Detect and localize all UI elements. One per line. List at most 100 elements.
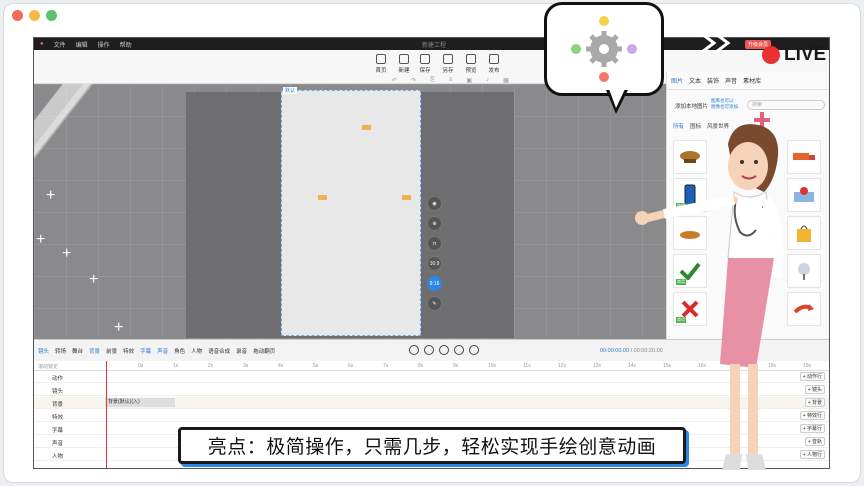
- preview-button[interactable]: 预览: [460, 54, 482, 74]
- minimize-dot[interactable]: [29, 10, 40, 21]
- tab-image[interactable]: 图片: [671, 76, 683, 85]
- align-icon[interactable]: ≡: [449, 77, 453, 84]
- home-button[interactable]: 首页: [370, 54, 392, 74]
- stage-frame[interactable]: [281, 90, 421, 336]
- ruler-tick: 2s: [208, 363, 214, 369]
- stage-canvas[interactable]: 默认 + + + + + ◉ ⊕ ⊓ 16:9 9:16 ✎: [34, 84, 666, 339]
- map-icon: [794, 187, 814, 202]
- sticky-note: [318, 195, 327, 200]
- tool-record[interactable]: 录音: [236, 347, 247, 355]
- copy-icon[interactable]: ⎘: [430, 77, 435, 84]
- add-action-button[interactable]: + 动作行: [799, 372, 825, 381]
- chevron-right-icon: [701, 32, 731, 54]
- speech-bubble-tail: [609, 89, 625, 108]
- add-sound-button[interactable]: + 音轨: [804, 437, 825, 446]
- save-icon: [420, 54, 430, 64]
- menu-operate[interactable]: 操作: [98, 40, 110, 49]
- ratio-9-16-button[interactable]: 9:16: [427, 276, 442, 291]
- tool-background[interactable]: 背景: [89, 347, 100, 355]
- sticky-note: [362, 125, 371, 130]
- new-button[interactable]: 新建: [393, 54, 415, 74]
- panel-tabs: 图片 文本 装饰 声音 素材库: [667, 72, 829, 90]
- add-effects-button[interactable]: + 特效行: [799, 411, 825, 420]
- grid-icon[interactable]: ▦: [503, 77, 509, 84]
- scroll-lock-label[interactable]: 滚动锁定: [38, 363, 58, 370]
- tab-decor[interactable]: 装饰: [707, 76, 719, 85]
- sparkle-icon: +: [89, 271, 99, 288]
- redo-icon[interactable]: ↷: [411, 77, 416, 84]
- add-background-button[interactable]: + 背景: [804, 398, 825, 407]
- ruler-tick: 11s: [523, 363, 531, 369]
- tool-effects[interactable]: 特效: [123, 347, 134, 355]
- add-camera-button[interactable]: + 镜头: [804, 385, 825, 394]
- record-dot-icon: [762, 46, 780, 64]
- timeline-tools: 镜头 转场 舞台 背景 前景 特效 字幕 声音 角色 人物 语音合成 录音 拖动…: [38, 347, 275, 355]
- ruler-tick: 8s: [418, 363, 424, 369]
- sparkle-icon: +: [62, 245, 72, 262]
- zoom-icon[interactable]: ⊕: [427, 216, 442, 231]
- tab-sound[interactable]: 声音: [725, 76, 737, 85]
- background-block[interactable]: 背景(默认)(入): [105, 398, 175, 407]
- tool-subtitle[interactable]: 字幕: [140, 347, 151, 355]
- app-title: 新建工程: [422, 43, 447, 49]
- menu-edit[interactable]: 编辑: [76, 40, 88, 49]
- live-badge: LIVE: [762, 44, 826, 66]
- sparkle-icon: +: [36, 231, 46, 248]
- new-file-icon: [399, 54, 409, 64]
- home-icon: [376, 54, 386, 64]
- playhead[interactable]: [106, 361, 107, 468]
- tab-text[interactable]: 文本: [689, 76, 701, 85]
- tool-person[interactable]: 人物: [191, 347, 202, 355]
- loop-icon[interactable]: [454, 345, 464, 355]
- subtoolbar: ↶ ↷ ⎘ ≡ ▣ ♪ ▦: [392, 77, 509, 84]
- group-icon[interactable]: ▣: [466, 77, 472, 84]
- app-logo-icon: ●: [40, 41, 44, 47]
- tool-stage[interactable]: 舞台: [72, 347, 83, 355]
- tab-library[interactable]: 素材库: [743, 76, 761, 85]
- chair-icon: [798, 263, 810, 280]
- audio-icon[interactable]: ♪: [486, 77, 489, 84]
- tool-transition[interactable]: 转场: [55, 347, 66, 355]
- lock-icon[interactable]: ⊓: [427, 236, 442, 251]
- sparkle-icon: +: [46, 187, 56, 204]
- shopping-bag-icon: [797, 225, 811, 242]
- ruler-tick: 3s: [243, 363, 249, 369]
- tool-camera[interactable]: 镜头: [38, 347, 49, 355]
- publish-icon: [489, 54, 499, 64]
- ruler-tick: 7s: [383, 363, 389, 369]
- stage-label: 默认: [283, 87, 298, 94]
- tool-foreground[interactable]: 前景: [106, 347, 117, 355]
- video-frame: ● 文件 编辑 操作 帮助 新建工程 升级会员 首页 新建 保存 另存 预览 发…: [0, 0, 864, 486]
- menu-file[interactable]: 文件: [54, 40, 66, 49]
- ratio-16-9-button[interactable]: 16:9: [427, 256, 442, 271]
- tool-page-drag[interactable]: 拖动翻页: [253, 347, 275, 355]
- save-button[interactable]: 保存: [414, 54, 436, 74]
- ruler-tick: 13s: [593, 363, 602, 369]
- add-subtitle-button[interactable]: + 字幕行: [799, 424, 825, 433]
- fullscreen-icon[interactable]: [469, 345, 479, 355]
- window-controls: [12, 10, 57, 21]
- close-dot[interactable]: [12, 10, 23, 21]
- preview-icon: [466, 54, 476, 64]
- add-person-button[interactable]: + 人物行: [799, 450, 825, 459]
- tool-tts[interactable]: 语音合成: [208, 347, 230, 355]
- ruler-tick: 1s: [173, 363, 179, 369]
- tool-role[interactable]: 角色: [174, 347, 185, 355]
- arrow-icon: [793, 304, 814, 314]
- play-icon[interactable]: [424, 345, 434, 355]
- settings-gear-icon: [571, 16, 637, 82]
- undo-icon[interactable]: ↶: [392, 77, 397, 84]
- camera-icon[interactable]: ◉: [427, 196, 442, 211]
- sticky-note: [402, 195, 411, 200]
- tool-sound[interactable]: 声音: [157, 347, 168, 355]
- prev-icon[interactable]: [409, 345, 419, 355]
- publish-button[interactable]: 发布: [483, 54, 505, 74]
- next-icon[interactable]: [439, 345, 449, 355]
- ruler-tick: 10s: [488, 363, 497, 369]
- ruler-tick: 4s: [278, 363, 284, 369]
- edit-icon[interactable]: ✎: [427, 296, 442, 311]
- menu-help[interactable]: 帮助: [120, 40, 132, 49]
- ruler-tick: 5s: [313, 363, 319, 369]
- save-as-button[interactable]: 另存: [437, 54, 459, 74]
- maximize-dot[interactable]: [46, 10, 57, 21]
